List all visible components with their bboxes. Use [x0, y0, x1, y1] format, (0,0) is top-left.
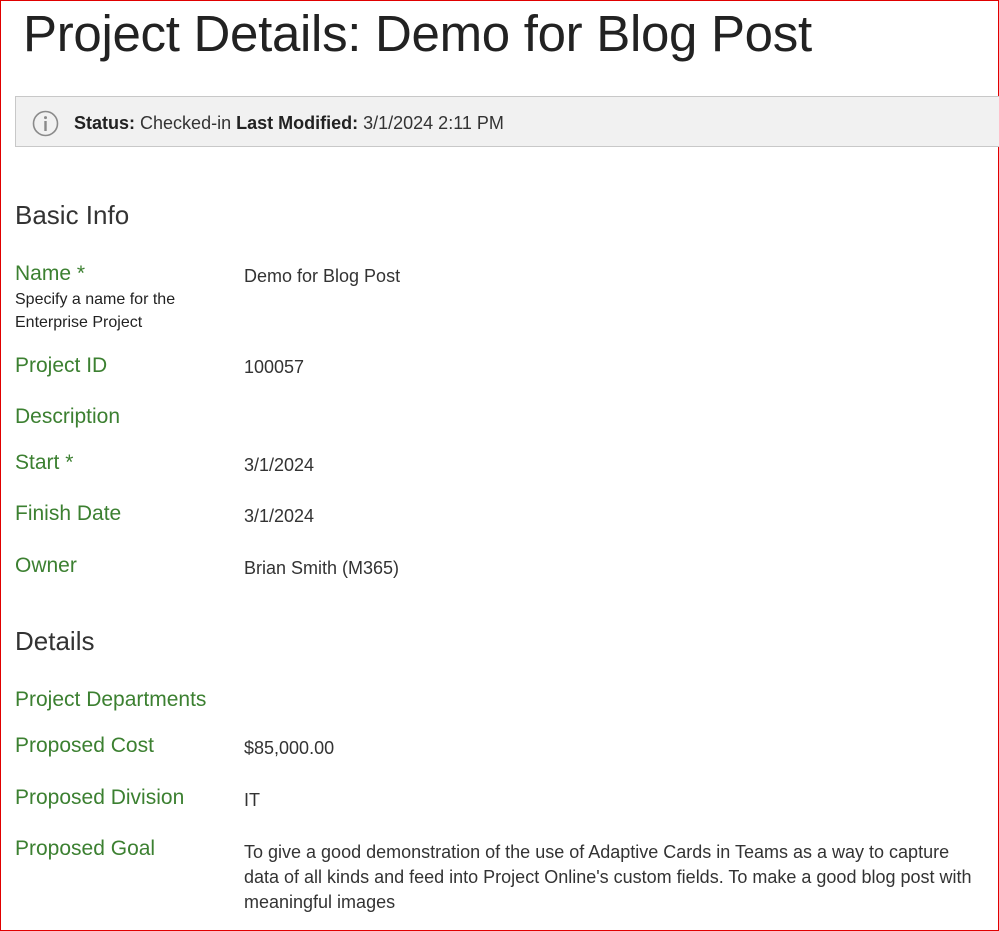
proposed-goal-label: Proposed Goal [15, 837, 156, 860]
finish-date-value: 3/1/2024 [244, 506, 315, 526]
required-marker: * [65, 451, 74, 474]
proposed-division-value: IT [244, 790, 260, 810]
finish-date-label: Finish Date [15, 502, 122, 525]
name-label-text: Name [15, 262, 72, 285]
required-marker: * [76, 262, 86, 285]
info-icon [32, 110, 59, 137]
name-value: Demo for Blog Post [244, 266, 401, 286]
start-value: 3/1/2024 [244, 455, 315, 475]
name-label: Name * [15, 262, 85, 286]
proposed-division-label: Proposed Division [15, 786, 185, 809]
owner-value: Brian Smith (M365) [244, 558, 400, 578]
status-value: Checked-in [140, 113, 232, 133]
section-details: Details [15, 626, 95, 656]
last-modified-label: Last Modified: [236, 113, 359, 133]
project-id-label: Project ID [15, 354, 108, 377]
proposed-cost-label: Proposed Cost [15, 734, 154, 757]
status-text: Status: Checked-in Last Modified: 3/1/20… [74, 113, 504, 134]
name-hint: Specify a name for the Enterprise Projec… [15, 291, 176, 331]
status-label: Status: [74, 113, 136, 133]
owner-label: Owner [15, 554, 77, 577]
last-modified-value: 3/1/2024 2:11 PM [363, 113, 504, 133]
page-title: Project Details: Demo for Blog Post [23, 5, 812, 62]
start-label-text: Start [15, 451, 60, 474]
proposed-cost-value: $85,000.00 [244, 738, 335, 758]
proposed-goal-value: To give a good demonstration of the use … [244, 842, 972, 912]
section-basic-info: Basic Info [15, 200, 130, 230]
start-label: Start * [15, 451, 73, 475]
status-bar: Status: Checked-in Last Modified: 3/1/20… [15, 96, 999, 147]
description-label: Description [15, 405, 121, 428]
project-departments-label: Project Departments [15, 688, 207, 711]
project-id-value: 100057 [244, 357, 305, 377]
